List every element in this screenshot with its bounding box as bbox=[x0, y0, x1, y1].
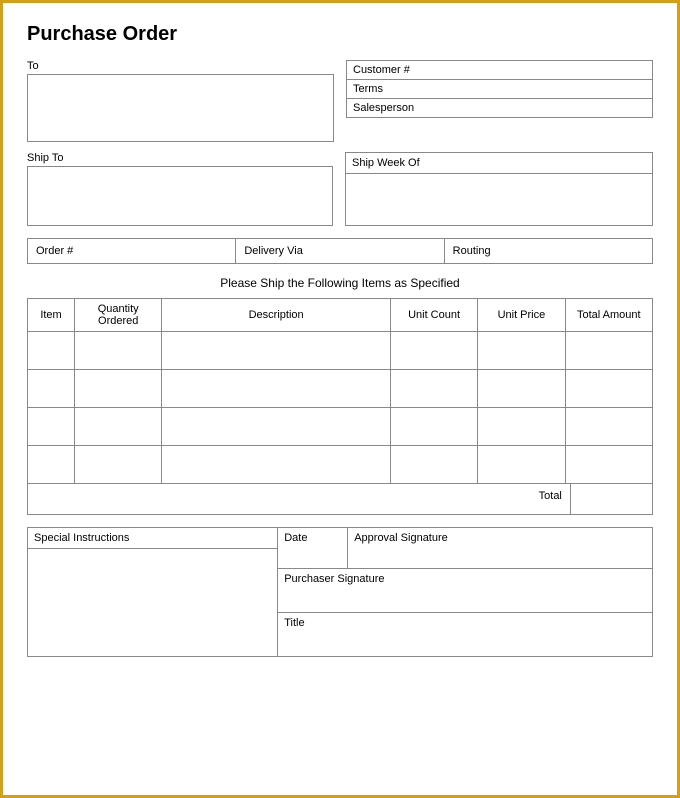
salesperson-label: Salesperson bbox=[347, 99, 437, 117]
to-block: To bbox=[27, 60, 334, 142]
cell-item[interactable] bbox=[28, 332, 75, 370]
special-instructions-block: Special Instructions bbox=[28, 528, 278, 656]
cell-total_amount[interactable] bbox=[565, 446, 652, 484]
cell-unit_price[interactable] bbox=[478, 332, 565, 370]
order-number-cell[interactable]: Order # bbox=[28, 239, 236, 263]
col-header-total-amount: Total Amount bbox=[565, 299, 652, 332]
cell-description[interactable] bbox=[162, 332, 390, 370]
cell-qty_ordered[interactable] bbox=[75, 408, 162, 446]
purchase-order-form: Purchase Order To Customer # Terms Sales… bbox=[0, 0, 680, 798]
table-row bbox=[28, 408, 653, 446]
cell-unit_count[interactable] bbox=[390, 408, 477, 446]
cell-description[interactable] bbox=[162, 370, 390, 408]
right-fields: Customer # Terms Salesperson bbox=[346, 60, 653, 142]
terms-input[interactable] bbox=[437, 80, 652, 98]
title-label[interactable]: Title bbox=[278, 613, 652, 656]
col-header-item: Item bbox=[28, 299, 75, 332]
cell-item[interactable] bbox=[28, 446, 75, 484]
cell-total_amount[interactable] bbox=[565, 370, 652, 408]
customer-input[interactable] bbox=[437, 61, 652, 79]
table-row bbox=[28, 446, 653, 484]
delivery-via-cell[interactable]: Delivery Via bbox=[236, 239, 444, 263]
cell-item[interactable] bbox=[28, 370, 75, 408]
items-table: Item Quantity Ordered Description Unit C… bbox=[27, 298, 653, 484]
table-row bbox=[28, 332, 653, 370]
signature-block: Date Approval Signature Purchaser Signat… bbox=[278, 528, 652, 656]
total-label: Total bbox=[28, 484, 571, 514]
ship-week-block: Ship Week Of bbox=[345, 152, 653, 226]
ship-to-input[interactable] bbox=[27, 166, 333, 226]
sig-top-row: Date Approval Signature bbox=[278, 528, 652, 569]
cell-item[interactable] bbox=[28, 408, 75, 446]
ship-section: Ship To Ship Week Of bbox=[27, 152, 653, 226]
date-label[interactable]: Date bbox=[278, 528, 348, 568]
purchaser-signature-label[interactable]: Purchaser Signature bbox=[278, 569, 652, 613]
bottom-section: Special Instructions Date Approval Signa… bbox=[27, 527, 653, 657]
top-section: To Customer # Terms Salesperson bbox=[27, 60, 653, 142]
order-row: Order # Delivery Via Routing bbox=[27, 238, 653, 264]
cell-total_amount[interactable] bbox=[565, 332, 652, 370]
table-header-row: Item Quantity Ordered Description Unit C… bbox=[28, 299, 653, 332]
cell-qty_ordered[interactable] bbox=[75, 446, 162, 484]
special-instructions-input[interactable] bbox=[28, 549, 277, 649]
to-input[interactable] bbox=[27, 74, 334, 142]
ship-week-of-label: Ship Week Of bbox=[346, 153, 652, 174]
cell-unit_count[interactable] bbox=[390, 370, 477, 408]
special-instructions-label: Special Instructions bbox=[28, 528, 277, 549]
terms-label: Terms bbox=[347, 80, 437, 98]
table-row bbox=[28, 370, 653, 408]
col-header-unit-count: Unit Count bbox=[390, 299, 477, 332]
items-subtitle: Please Ship the Following Items as Speci… bbox=[27, 276, 653, 290]
cell-description[interactable] bbox=[162, 408, 390, 446]
cell-unit_count[interactable] bbox=[390, 446, 477, 484]
cell-unit_price[interactable] bbox=[478, 370, 565, 408]
cell-unit_count[interactable] bbox=[390, 332, 477, 370]
salesperson-row: Salesperson bbox=[346, 98, 653, 118]
cell-qty_ordered[interactable] bbox=[75, 370, 162, 408]
col-header-unit-price: Unit Price bbox=[478, 299, 565, 332]
page-title: Purchase Order bbox=[27, 23, 653, 46]
total-value[interactable] bbox=[571, 484, 652, 514]
col-header-description: Description bbox=[162, 299, 390, 332]
customer-label: Customer # bbox=[347, 61, 437, 79]
cell-unit_price[interactable] bbox=[478, 408, 565, 446]
ship-to-label: Ship To bbox=[27, 152, 333, 164]
cell-description[interactable] bbox=[162, 446, 390, 484]
cell-total_amount[interactable] bbox=[565, 408, 652, 446]
terms-row: Terms bbox=[346, 79, 653, 98]
approval-signature-label[interactable]: Approval Signature bbox=[348, 528, 652, 568]
customer-row: Customer # bbox=[346, 60, 653, 79]
salesperson-input[interactable] bbox=[437, 99, 652, 117]
total-row: Total bbox=[27, 484, 653, 515]
routing-cell[interactable]: Routing bbox=[445, 239, 652, 263]
cell-unit_price[interactable] bbox=[478, 446, 565, 484]
to-label: To bbox=[27, 60, 334, 72]
cell-qty_ordered[interactable] bbox=[75, 332, 162, 370]
ship-to-block: Ship To bbox=[27, 152, 333, 226]
col-header-qty: Quantity Ordered bbox=[75, 299, 162, 332]
ship-week-input[interactable] bbox=[346, 174, 652, 225]
